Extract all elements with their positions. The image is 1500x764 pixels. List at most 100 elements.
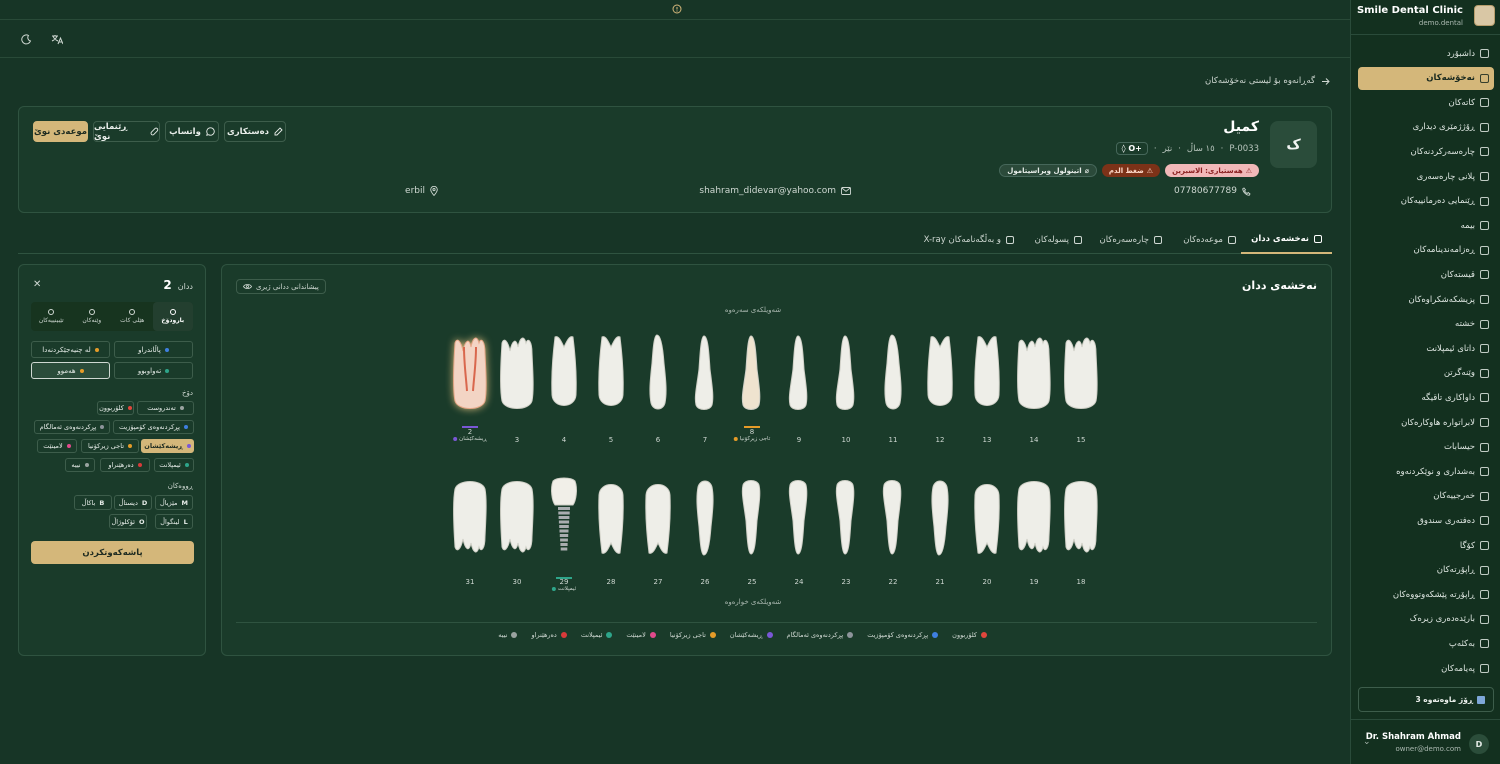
edit-button[interactable]: دەستکاری (224, 121, 286, 142)
primary-teeth-toggle[interactable]: پیشاندانی ددانی ژیری (236, 279, 326, 294)
sidebar-item-16[interactable]: حیسابات (1358, 436, 1494, 459)
surface-option-2[interactable]: B باکاڵ (74, 495, 112, 510)
surface-option-4[interactable]: O ئۆکلوژاڵ (109, 514, 147, 529)
condition-option-5[interactable]: تاجی زیرکۆنیا (81, 439, 139, 453)
tooth-31[interactable] (449, 477, 491, 557)
tooth-4[interactable] (543, 333, 585, 413)
tooth-28[interactable] (590, 477, 632, 557)
new-appointment-button[interactable]: موعەدی نوێ (33, 121, 88, 142)
condition-option-4[interactable]: ڕیشەکێشان (141, 439, 194, 453)
sidebar-item-11[interactable]: خشتە (1358, 313, 1494, 336)
sidebar-item-25[interactable]: پەیامەکان (1358, 657, 1494, 680)
sidebar-item-21[interactable]: ڕاپۆرتەکان (1358, 559, 1494, 582)
sidebar-item-8[interactable]: ڕەزامەندینامەکان (1358, 239, 1494, 262)
new-guide-button[interactable]: ڕێنمایی نوێ (93, 121, 160, 142)
sidebar-item-4[interactable]: چارەسەرکردنەکان (1358, 140, 1494, 163)
status-filter-1[interactable]: لە چنیەجێکردنەدا (31, 341, 110, 358)
sidebar-item-12[interactable]: داتای ئیمپلانت (1358, 337, 1494, 360)
close-icon[interactable]: ✕ (33, 279, 41, 290)
condition-option-2[interactable]: پڕکردنەوەی کۆمپۆزیت (113, 420, 194, 434)
sidebar-item-13[interactable]: وێنەگرتن (1358, 362, 1494, 385)
tooth-30[interactable] (496, 477, 538, 557)
tooth-10[interactable] (825, 333, 867, 413)
tab-3[interactable]: پسولەکان (1025, 226, 1092, 254)
user-menu[interactable]: D Dr. Shahram Ahmad owner@demo.com ⌄ (1351, 719, 1500, 764)
tooth-15[interactable] (1060, 333, 1102, 413)
condition-option-0[interactable]: تەندروست (137, 401, 194, 415)
sidebar-item-23[interactable]: بارێدەدەری زیرەک (1358, 608, 1494, 631)
tooth-22[interactable] (872, 477, 914, 557)
tab-2[interactable]: چارەسەرەکان (1089, 226, 1172, 254)
sidebar-item-10[interactable]: پزیشکەشکراوەکان (1358, 288, 1494, 311)
sidebar-item-17[interactable]: بەشداری و نوێکردنەوە (1358, 460, 1494, 483)
status-filter-3[interactable]: هەموو (31, 362, 110, 379)
dark-mode-toggle[interactable] (15, 28, 37, 50)
panel-tab-2[interactable]: وێنەکان (72, 302, 113, 331)
condition-option-7[interactable]: ئیمپلانت (154, 458, 194, 472)
surface-option-1[interactable]: D دیستاڵ (114, 495, 152, 510)
tooth-13[interactable] (966, 333, 1008, 413)
tooth-11[interactable] (872, 333, 914, 413)
tooth-27[interactable] (637, 477, 679, 557)
sidebar-item-14[interactable]: داواکاری تاقیگە (1358, 386, 1494, 409)
status-filter-2[interactable]: تەواوبوو (114, 362, 193, 379)
whatsapp-button[interactable]: واتساپ (165, 121, 219, 142)
tooth-24[interactable] (778, 477, 820, 557)
sidebar-item-24[interactable]: بەکئەپ (1358, 632, 1494, 655)
tooth-3[interactable] (496, 333, 538, 413)
condition-option-3[interactable]: پڕکردنەوەی ئەمالگام (34, 420, 110, 434)
condition-dot (186, 444, 191, 448)
tooth-25[interactable] (731, 477, 773, 557)
phone-contact[interactable]: 07780677789 (1174, 186, 1251, 196)
sidebar-item-9[interactable]: قیستەکان (1358, 263, 1494, 286)
sidebar-item-20[interactable]: کۆگا (1358, 534, 1494, 557)
sidebar-item-7[interactable]: بیمە (1358, 214, 1494, 237)
mail-icon (841, 187, 851, 195)
tooth-7[interactable] (684, 333, 726, 413)
tooth-5[interactable] (590, 333, 632, 413)
sidebar-item-6[interactable]: ڕێنمایی دەرمانییەکان (1358, 190, 1494, 213)
tooth-number: 3 (514, 436, 520, 444)
sidebar-item-19[interactable]: دەفتەری سندوق (1358, 509, 1494, 532)
back-to-patients-link[interactable]: گەڕانەوە بۆ لیستی نەخۆشەکان (1205, 76, 1330, 86)
surface-label: لینگواڵ (160, 517, 180, 526)
condition-option-1[interactable]: کلۆربوون (97, 401, 134, 415)
panel-tab-0[interactable]: بارودۆخ (152, 302, 193, 331)
sidebar-item-18[interactable]: خەرجییەکان (1358, 485, 1494, 508)
status-filter-0[interactable]: پاڵاندراو (114, 341, 193, 358)
panel-tab-3[interactable]: تێبینییەکان (31, 302, 72, 331)
sidebar-item-0[interactable]: داشبۆرد (1358, 42, 1494, 65)
condition-option-6[interactable]: لامینێت (37, 439, 77, 453)
sidebar-item-5[interactable]: پلانی چارەسەری (1358, 165, 1494, 188)
tooth-18[interactable] (1060, 477, 1102, 557)
tab-4[interactable]: X-ray و بەڵگەنامەکان (914, 226, 1024, 254)
tooth-21[interactable] (919, 477, 961, 557)
email-contact[interactable]: shahram_didevar@yahoo.com (699, 186, 851, 196)
sidebar-item-1[interactable]: نەخۆشەکان (1358, 66, 1494, 90)
condition-option-9[interactable]: نییە (65, 458, 95, 472)
tooth-19[interactable] (1013, 477, 1055, 557)
panel-tab-1[interactable]: هێلی کات (112, 302, 153, 331)
tooth-14[interactable] (1013, 333, 1055, 413)
tooth-29[interactable] (543, 477, 585, 557)
language-toggle[interactable] (46, 28, 68, 50)
tooth-8[interactable] (731, 333, 773, 413)
tooth-20[interactable] (966, 477, 1008, 557)
surface-option-0[interactable]: M مێزیاڵ (155, 495, 193, 510)
tooth-9[interactable] (778, 333, 820, 413)
sidebar-item-3[interactable]: ڕۆژژمێری دیداری (1358, 116, 1494, 139)
tab-1[interactable]: موعەدەکان (1173, 226, 1246, 254)
trial-badge[interactable]: 3 ڕۆژ ماوەتەوە (1358, 687, 1494, 712)
sidebar-item-2[interactable]: کاتەکان (1358, 91, 1494, 114)
tooth-23[interactable] (825, 477, 867, 557)
surface-option-3[interactable]: L لینگواڵ (155, 514, 193, 529)
save-button[interactable]: پاشەکەوتکردن (31, 541, 194, 564)
sidebar-item-22[interactable]: ڕاپۆرتە پێشکەوتووەکان (1358, 583, 1494, 606)
tooth-2[interactable] (449, 333, 491, 413)
tooth-26[interactable] (684, 477, 726, 557)
tab-0[interactable]: نەخشەی ددان (1241, 226, 1332, 254)
sidebar-item-15[interactable]: لابراتواره هاوکارەکان (1358, 411, 1494, 434)
tooth-12[interactable] (919, 333, 961, 413)
condition-option-8[interactable]: دەرهێنراو (100, 458, 150, 472)
tooth-6[interactable] (637, 333, 679, 413)
